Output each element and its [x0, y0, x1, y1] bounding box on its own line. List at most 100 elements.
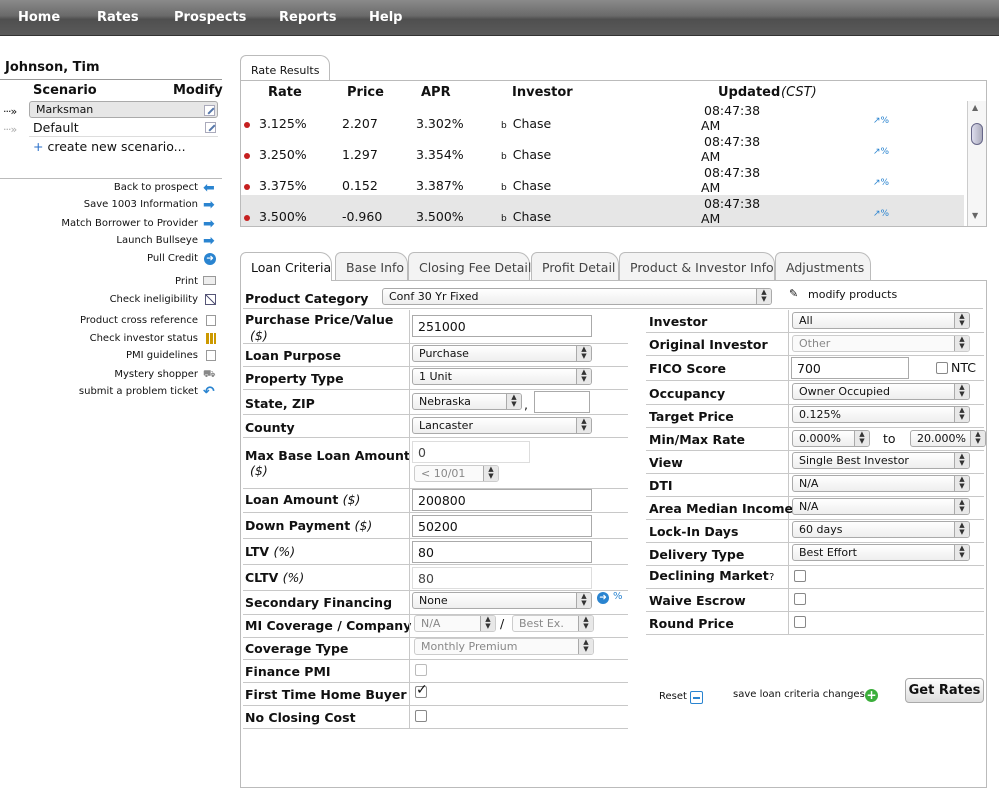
ntc-checkbox[interactable]: [936, 362, 948, 374]
secondary-financing-select[interactable]: None ▲ ▼: [412, 592, 592, 609]
help-question-icon[interactable]: ?: [769, 572, 774, 583]
occupancy-label: Occupancy: [649, 386, 726, 401]
product-category-select[interactable]: Conf 30 Yr Fixed ▲ ▼: [382, 288, 772, 305]
min-rate-select[interactable]: 0.000% ▲ ▼: [792, 430, 870, 447]
status-dot-icon: [244, 122, 250, 128]
cltv-input[interactable]: 80: [412, 567, 592, 589]
row-divider: [243, 564, 628, 565]
mi-coverage-select[interactable]: N/A ▲ ▼: [414, 615, 496, 632]
check-ineligibility-link[interactable]: Check ineligibility: [110, 294, 198, 305]
percent-toggle[interactable]: %: [613, 591, 623, 602]
no-closing-cost-checkbox[interactable]: [415, 710, 427, 722]
fico-score-input[interactable]: 700: [791, 357, 909, 379]
delivery-type-select[interactable]: Best Effort ▲ ▼: [792, 544, 970, 561]
rate-result-row[interactable]: 3.125% 2.207 3.302% b Chase 08:47:38 AM ↗%: [241, 102, 964, 133]
plus-circle-icon[interactable]: +: [865, 689, 878, 702]
pmi-guidelines-link[interactable]: PMI guidelines: [126, 350, 198, 361]
nav-reports[interactable]: Reports: [279, 10, 336, 25]
rate-trend-chart-icon[interactable]: ↗%: [873, 147, 889, 157]
ntc-label: NTC: [951, 360, 976, 375]
first-time-buyer-checkbox[interactable]: [415, 682, 428, 698]
round-price-checkbox[interactable]: [794, 616, 806, 628]
purchase-price-input[interactable]: 251000: [412, 315, 592, 337]
rate-result-row[interactable]: 3.250% 1.297 3.354% b Chase 08:47:38 AM ↗%: [241, 133, 964, 164]
reset-link[interactable]: Reset: [659, 691, 687, 702]
tab-product-investor-info[interactable]: Product & Investor Info: [619, 252, 775, 280]
edit-scenario-icon[interactable]: [205, 122, 216, 133]
rate-results-scrollbar[interactable]: ▲ ▼: [967, 101, 986, 226]
declining-market-checkbox[interactable]: [794, 570, 806, 582]
tab-closing-fee-detail[interactable]: Closing Fee Detail: [408, 252, 531, 280]
get-rates-button[interactable]: Get Rates: [905, 678, 984, 703]
view-select[interactable]: Single Best Investor ▲ ▼: [792, 452, 970, 469]
mystery-shopper-link[interactable]: Mystery shopper: [114, 369, 198, 380]
rate-trend-chart-icon[interactable]: ↗%: [873, 116, 889, 126]
loan-amount-input[interactable]: 200800: [412, 489, 592, 511]
save-1003-link[interactable]: Save 1003 Information: [84, 199, 198, 210]
dti-select[interactable]: N/A ▲ ▼: [792, 475, 970, 492]
save-loan-criteria-link[interactable]: save loan criteria changes: [733, 689, 865, 700]
match-borrower-link[interactable]: Match Borrower to Provider: [61, 218, 198, 229]
scenario-item-default[interactable]: Default: [29, 119, 218, 137]
ltv-input[interactable]: 80: [412, 541, 592, 563]
rate-trend-chart-icon[interactable]: ↗%: [873, 209, 889, 219]
lock-in-days-select[interactable]: 60 days ▲ ▼: [792, 521, 970, 538]
nav-rates[interactable]: Rates: [97, 10, 139, 25]
zip-input[interactable]: [534, 391, 590, 413]
nav-help[interactable]: Help: [369, 10, 402, 25]
area-median-income-select[interactable]: N/A ▲ ▼: [792, 498, 970, 515]
nav-prospects[interactable]: Prospects: [174, 10, 246, 25]
down-payment-input[interactable]: 50200: [412, 515, 592, 537]
select-value: Nebraska: [419, 395, 471, 408]
min-max-rate-label: Min/Max Rate: [649, 432, 745, 447]
max-base-date-select[interactable]: < 10/01 ▲ ▼: [414, 465, 499, 482]
product-cross-reference-link[interactable]: Product cross reference: [80, 315, 198, 326]
back-to-prospect-link[interactable]: Back to prospect: [114, 182, 198, 193]
investor-select[interactable]: All ▲ ▼: [792, 312, 970, 329]
circle-arrow-icon[interactable]: ➜: [597, 592, 609, 604]
scenario-item-marksman[interactable]: Marksman: [29, 101, 218, 118]
finance-pmi-checkbox[interactable]: [415, 664, 427, 676]
tab-base-info[interactable]: Base Info: [335, 252, 408, 280]
submit-problem-ticket-link[interactable]: submit a problem ticket: [79, 386, 198, 397]
investor-name: Chase: [512, 178, 552, 193]
rate-results-tab[interactable]: Rate Results: [240, 55, 330, 81]
launch-bullseye-link[interactable]: Launch Bullseye: [116, 235, 198, 246]
property-type-select[interactable]: 1 Unit ▲ ▼: [412, 368, 592, 385]
state-select[interactable]: Nebraska ▲ ▼: [412, 393, 522, 410]
county-select[interactable]: Lancaster ▲ ▼: [412, 417, 592, 434]
max-rate-select[interactable]: 20.000% ▲ ▼: [910, 430, 986, 447]
target-price-select[interactable]: 0.125% ▲ ▼: [792, 406, 970, 423]
arrow-right-icon: ➡: [203, 197, 215, 213]
scroll-down-icon[interactable]: ▼: [972, 211, 978, 220]
rate-trend-chart-icon[interactable]: ↗%: [873, 178, 889, 188]
loan-purpose-select[interactable]: Purchase ▲ ▼: [412, 345, 592, 362]
tab-profit-detail[interactable]: Profit Detail: [531, 252, 619, 280]
tab-adjustments[interactable]: Adjustments: [775, 252, 871, 280]
rate-result-row[interactable]: 3.375% 0.152 3.387% b Chase 08:47:38 AM ↗%: [241, 164, 964, 195]
print-link[interactable]: Print: [175, 276, 198, 287]
rate-result-row[interactable]: 3.500% -0.960 3.500% b Chase 08:47:38 AM ↗%: [241, 195, 964, 226]
no-entry-icon: [205, 294, 216, 305]
minus-icon[interactable]: [690, 691, 703, 704]
waive-escrow-checkbox[interactable]: [794, 593, 806, 605]
occupancy-select[interactable]: Owner Occupied ▲ ▼: [792, 383, 970, 400]
select-value: 0.125%: [799, 408, 841, 421]
scroll-up-icon[interactable]: ▲: [972, 103, 978, 112]
pull-credit-link[interactable]: Pull Credit: [147, 253, 198, 264]
scroll-thumb[interactable]: [971, 123, 983, 145]
mi-company-select[interactable]: Best Ex. ▲ ▼: [512, 615, 594, 632]
original-investor-select[interactable]: Other ▲ ▼: [792, 335, 970, 352]
tab-loan-criteria[interactable]: Loan Criteria: [240, 252, 332, 281]
edit-scenario-icon[interactable]: [204, 105, 215, 116]
max-base-loan-input[interactable]: 0: [412, 441, 530, 463]
nav-home[interactable]: Home: [18, 10, 60, 25]
investor-cell: b Chase: [501, 209, 551, 224]
check-investor-status-link[interactable]: Check investor status: [90, 333, 198, 344]
create-new-scenario-link[interactable]: + create new scenario...: [33, 139, 186, 154]
row-divider: [646, 542, 984, 543]
row-divider: [243, 389, 628, 390]
modify-products-link[interactable]: modify products: [808, 288, 897, 301]
coverage-type-select[interactable]: Monthly Premium ▲ ▼: [414, 638, 594, 655]
create-scenario-label: create new scenario...: [47, 139, 186, 154]
